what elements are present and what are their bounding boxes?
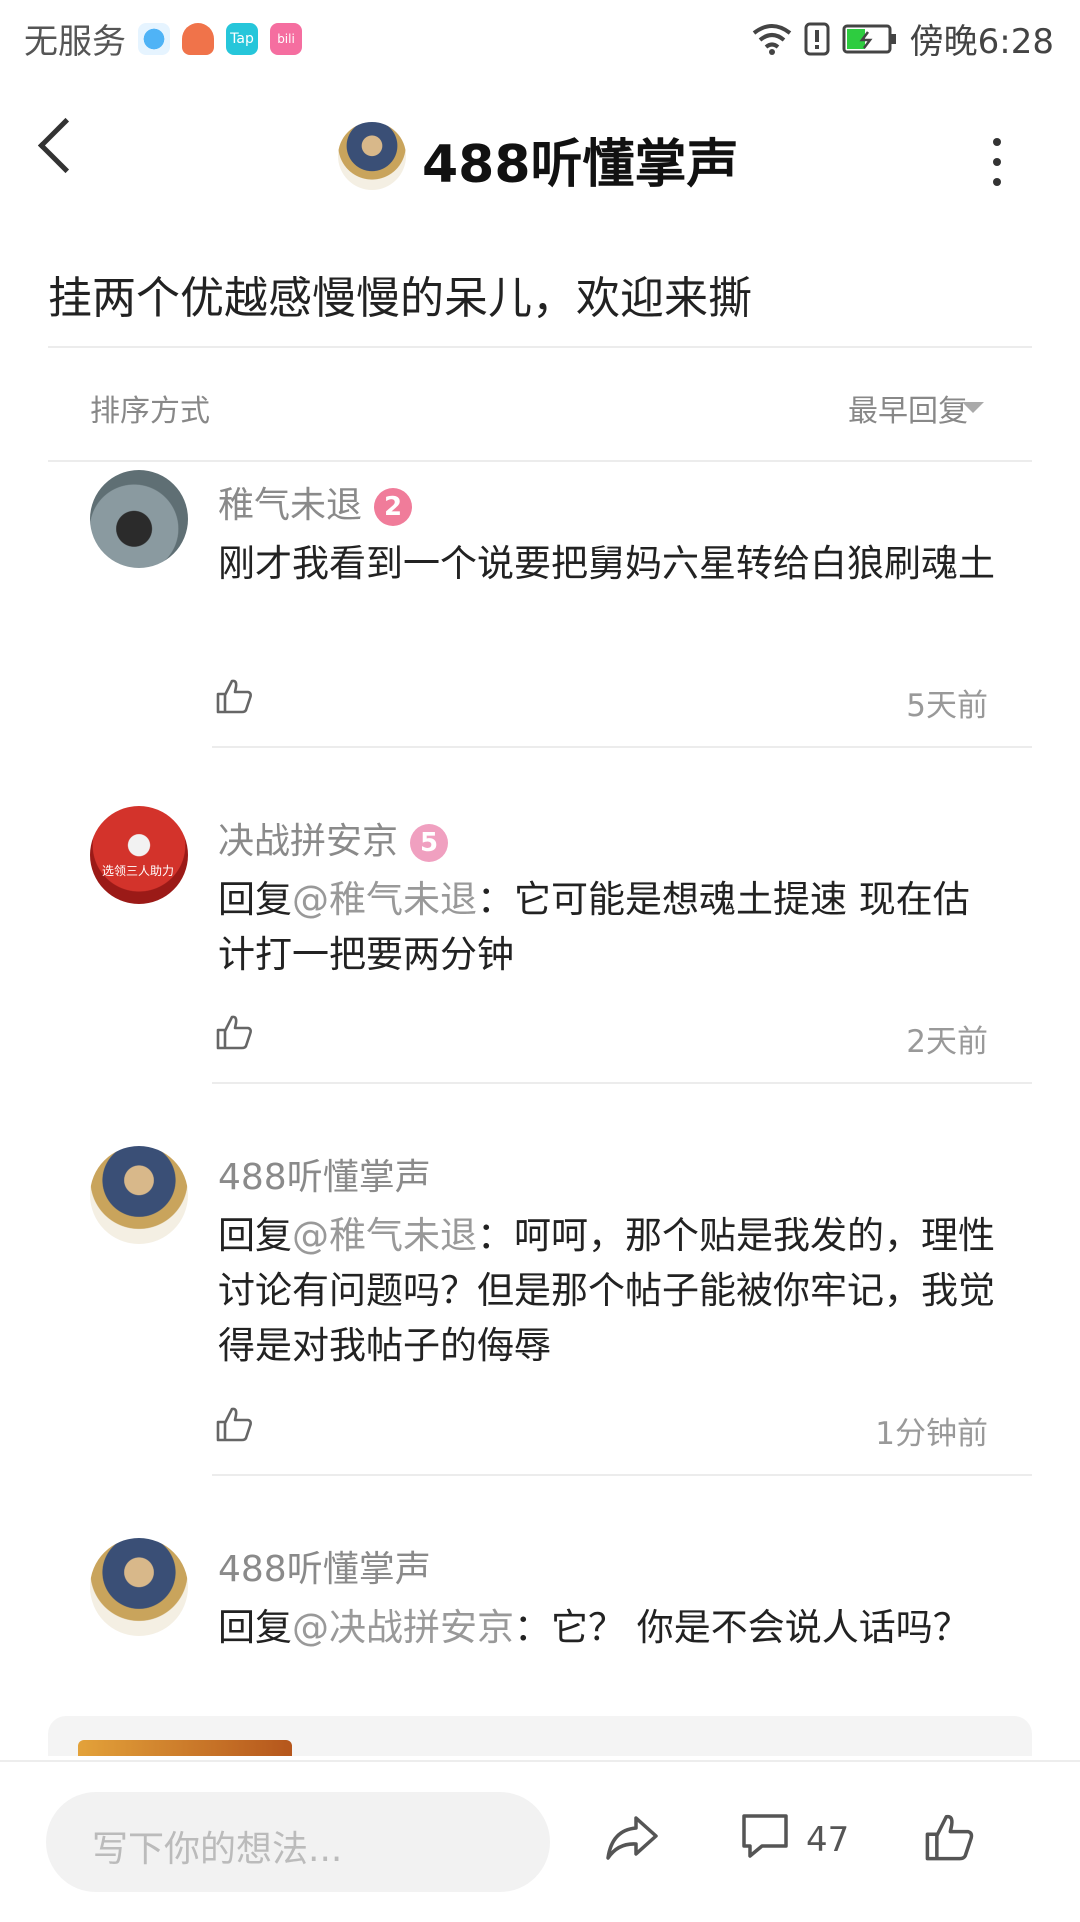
battery-icon: [842, 24, 896, 53]
wifi-icon: [752, 23, 791, 55]
comment-time: 2天前: [906, 1024, 988, 1060]
bilibili-icon: bili: [270, 22, 302, 55]
reply-prefix: 回复: [218, 1606, 292, 1649]
comment-author[interactable]: 488听懂掌声: [218, 1148, 431, 1200]
more-options-icon[interactable]: [992, 138, 1002, 186]
author-name[interactable]: 稚气未退: [218, 485, 362, 526]
comment-input[interactable]: 写下你的想法...: [46, 1792, 550, 1892]
divider: [212, 746, 1032, 748]
promo-image: [78, 1740, 292, 1756]
like-icon[interactable]: [214, 676, 254, 716]
comment-author[interactable]: 决战拼安京 5: [218, 812, 449, 864]
avatar[interactable]: [90, 470, 188, 568]
author-name[interactable]: 决战拼安京: [218, 821, 398, 862]
comment-body: ：它？ 你是不会说人话吗？: [514, 1606, 970, 1649]
level-badge: 2: [374, 488, 413, 526]
comment-time: 1分钟前: [875, 1416, 988, 1452]
like-icon[interactable]: [214, 1404, 254, 1444]
comment-body: 刚才我看到一个说要把舅妈六星转给白狼刷魂土: [218, 542, 995, 585]
promo-card[interactable]: [48, 1716, 1032, 1756]
taptap-icon: Tap: [226, 22, 258, 55]
alert-icon: [804, 22, 830, 55]
like-icon[interactable]: [214, 1012, 254, 1052]
sort-dropdown[interactable]: 最早回复: [848, 386, 968, 430]
q-app-icon: [138, 22, 170, 55]
level-badge: 5: [410, 824, 449, 862]
chevron-down-icon[interactable]: [962, 402, 984, 413]
divider: [212, 1082, 1032, 1084]
comment-text: 刚才我看到一个说要把舅妈六星转给白狼刷魂土: [218, 536, 998, 591]
status-left: 无服务 Tap bili: [24, 14, 302, 63]
avatar[interactable]: [90, 1146, 188, 1244]
comment-icon[interactable]: [738, 1810, 792, 1862]
comment-text: 回复@稚气未退：呵呵，那个贴是我发的，理性讨论有问题吗？但是那个帖子能被你牢记，…: [218, 1208, 998, 1373]
carrier-text: 无服务: [24, 22, 126, 62]
input-placeholder: 写下你的想法...: [92, 1829, 343, 1870]
status-right: 傍晚6:28: [752, 14, 1054, 63]
avatar-text: 选领三人助力: [102, 864, 175, 878]
post-title: 挂两个优越感慢慢的呆儿，欢迎来撕: [48, 273, 752, 324]
avatar[interactable]: [90, 1538, 188, 1636]
sort-label: 排序方式: [90, 394, 210, 429]
page-title: 488听懂掌声: [422, 135, 739, 195]
header-avatar[interactable]: [338, 122, 406, 190]
reply-prefix: 回复: [218, 878, 292, 921]
comment-time: 5天前: [906, 688, 988, 724]
back-icon[interactable]: [37, 117, 94, 174]
divider: [48, 346, 1032, 348]
divider: [212, 1474, 1032, 1476]
comment-text: 回复@稚气未退：它可能是想魂土提速 现在估计打一把要两分钟: [218, 872, 998, 982]
mention-link[interactable]: @稚气未退: [292, 878, 477, 921]
divider: [48, 460, 1032, 462]
bottom-bar: 写下你的想法... 47: [0, 1760, 1080, 1922]
comment-text: 回复@决战拼安京：它？ 你是不会说人话吗？: [218, 1600, 998, 1655]
mention-link[interactable]: @决战拼安京: [292, 1606, 514, 1649]
status-bar: 无服务 Tap bili 傍晚6:28: [0, 0, 1080, 76]
avatar[interactable]: 选领三人助力: [90, 806, 188, 904]
comment-author[interactable]: 稚气未退 2: [218, 476, 413, 528]
mention-link[interactable]: @稚气未退: [292, 1214, 477, 1257]
orange-app-icon: [182, 22, 214, 55]
reply-prefix: 回复: [218, 1214, 292, 1257]
comment-author[interactable]: 488听懂掌声: [218, 1540, 431, 1592]
comment-count: 47: [806, 1820, 850, 1860]
share-icon[interactable]: [604, 1810, 660, 1866]
like-icon[interactable]: [922, 1810, 976, 1864]
clock-text: 傍晚6:28: [909, 22, 1054, 62]
